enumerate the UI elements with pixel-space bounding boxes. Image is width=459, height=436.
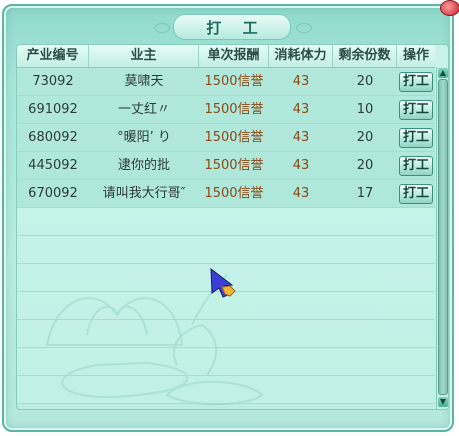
row-stamina: 43: [292, 73, 310, 89]
row-stamina: 43: [292, 185, 310, 201]
scroll-down-arrow-icon[interactable]: ▼: [438, 397, 448, 407]
table-row: 73092 莫啸天 1500信誉 43 20 打工: [17, 68, 435, 96]
arrow-cursor-icon: [210, 267, 236, 298]
row-reward: 1500信誉: [204, 101, 264, 117]
row-remaining: 10: [356, 101, 374, 117]
scroll-up-arrow-icon[interactable]: ▲: [438, 68, 448, 78]
table-row: 445092 逮你的批 1500信誉 43 20 打工: [17, 152, 435, 180]
row-owner: °暖阳’ り: [117, 129, 171, 145]
row-remaining: 20: [356, 157, 374, 173]
header-remaining: 剩余份数: [333, 45, 397, 67]
row-reward: 1500信誉: [204, 157, 264, 173]
header-stamina: 消耗体力: [269, 45, 333, 67]
header-action: 操作: [402, 48, 429, 63]
row-id: 691092: [28, 101, 78, 117]
row-reward: 1500信誉: [204, 73, 264, 89]
title-ornament-left: [154, 23, 170, 33]
dialog-title-tab: 打 工: [173, 14, 291, 40]
row-owner: 逮你的批: [117, 157, 170, 173]
table-header: 产业编号 业主 单次报酬 消耗体力 剩余份数 操作: [17, 45, 435, 68]
row-stamina: 43: [292, 101, 310, 117]
scroll-thumb[interactable]: [438, 79, 448, 395]
row-reward: 1500信誉: [204, 129, 264, 145]
row-remaining: 17: [356, 185, 374, 201]
row-action-cell: 打工: [397, 152, 435, 180]
table-body: 73092 莫啸天 1500信誉 43 20 打工 691092 一丈红〃 15…: [17, 68, 435, 404]
row-action-cell: 打工: [397, 124, 435, 152]
header-reward: 单次报酬: [199, 45, 269, 67]
row-action-cell: 打工: [397, 68, 435, 96]
jobs-table: 产业编号 业主 单次报酬 消耗体力 剩余份数 操作 73092 莫啸天 1500…: [16, 44, 449, 410]
row-reward: 1500信誉: [204, 185, 264, 201]
row-id: 445092: [28, 157, 78, 173]
row-owner: 一丈红〃: [117, 101, 170, 117]
row-id: 680092: [28, 129, 78, 145]
table-scrollbar[interactable]: ▲ ▼: [436, 67, 448, 409]
row-id: 73092: [32, 73, 74, 89]
row-owner: 莫啸天: [124, 73, 164, 89]
table-row: 670092 请叫我大行哥″ 1500信誉 43 17 打工: [17, 180, 435, 208]
header-owner: 业主: [89, 45, 199, 67]
row-owner: 请叫我大行哥″: [102, 185, 186, 201]
work-button[interactable]: 打工: [399, 71, 433, 92]
empty-row: [17, 208, 435, 236]
row-action-cell: 打工: [397, 180, 435, 208]
title-ornament-right: [296, 23, 312, 33]
row-action-cell: 打工: [397, 96, 435, 124]
row-stamina: 43: [292, 129, 310, 145]
row-remaining: 20: [356, 73, 374, 89]
table-row: 680092 °暖阳’ り 1500信誉 43 20 打工: [17, 124, 435, 152]
empty-row: [17, 320, 435, 348]
work-button[interactable]: 打工: [399, 155, 433, 176]
row-stamina: 43: [292, 157, 310, 173]
table-row: 691092 一丈红〃 1500信誉 43 10 打工: [17, 96, 435, 124]
empty-row: [17, 236, 435, 264]
work-button[interactable]: 打工: [399, 99, 433, 120]
dialog-title: 打 工: [206, 18, 266, 37]
empty-row: [17, 348, 435, 376]
header-id: 产业编号: [17, 45, 89, 67]
row-id: 670092: [28, 185, 78, 201]
work-button[interactable]: 打工: [399, 183, 433, 204]
work-button[interactable]: 打工: [399, 127, 433, 148]
work-dialog: 打 工 产业编号 业主 单次报酬 消耗体力 剩余份数 操作 73092 莫啸天 …: [2, 4, 454, 432]
empty-row: [17, 376, 435, 404]
row-remaining: 20: [356, 129, 374, 145]
close-icon[interactable]: [440, 0, 459, 16]
